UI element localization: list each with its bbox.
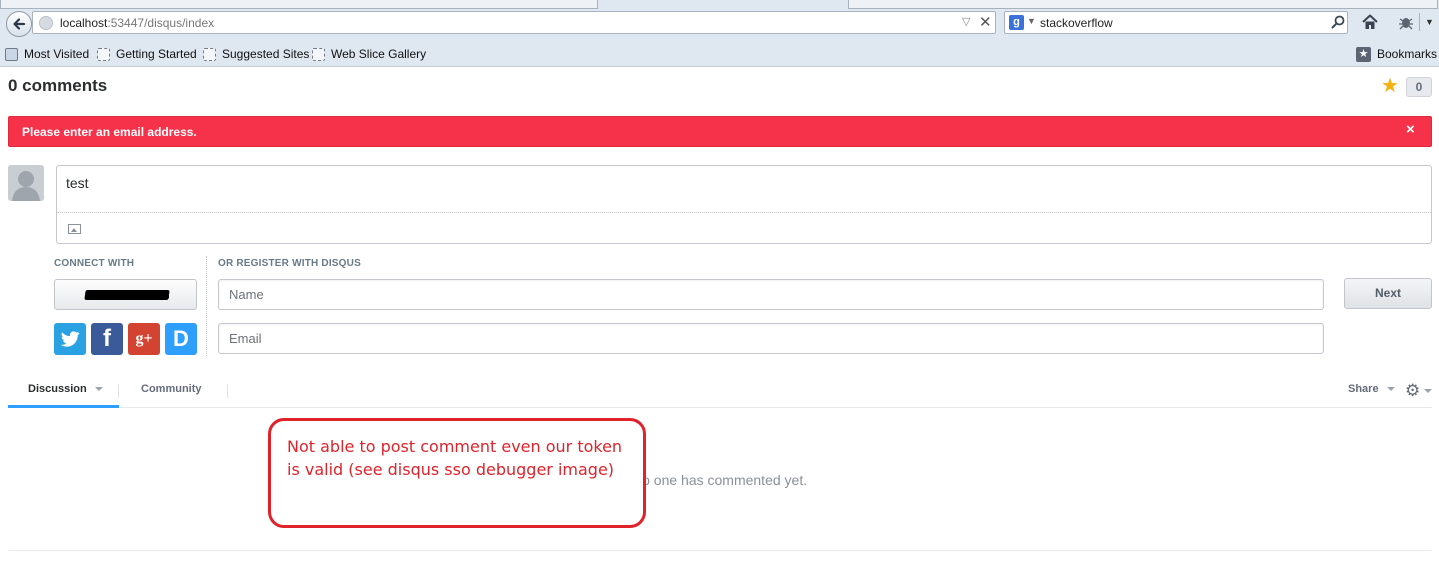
site-identity-icon[interactable] <box>39 16 53 30</box>
register-with-disqus-label: OR REGISTER WITH DISQUS <box>218 258 361 269</box>
disqus-login-button[interactable]: D <box>165 323 197 355</box>
back-arrow-icon <box>13 18 26 30</box>
next-button[interactable]: Next <box>1344 278 1432 309</box>
chevron-down-icon[interactable] <box>1424 389 1432 393</box>
redacted-sso-label <box>109 295 169 299</box>
discussion-nav: Discussion Community Share ⚙ <box>8 372 1432 408</box>
browser-tab[interactable] <box>0 0 598 9</box>
comment-editor[interactable]: test <box>56 165 1432 244</box>
bottom-divider <box>8 550 1432 551</box>
tab-separator <box>227 384 228 398</box>
bookmark-getting-started[interactable]: Getting Started <box>97 46 197 62</box>
editor-toolbar <box>57 212 1431 243</box>
email-input[interactable] <box>219 324 1323 353</box>
recommend-star-icon[interactable]: ★ <box>1381 76 1399 96</box>
addon-bug-icon[interactable] <box>1397 13 1415 31</box>
search-input[interactable]: stackoverflow <box>1040 16 1113 30</box>
browser-toolbar: localhost:53447/disqus/index ▽ ✕ g ▼ sta… <box>0 0 1439 67</box>
email-field[interactable] <box>218 323 1324 354</box>
bookmarks-toolbar: Most Visited Getting Started Suggested S… <box>0 43 1439 64</box>
annotation-text: Not able to post comment even our token … <box>287 437 623 479</box>
toolbar-divider <box>1419 13 1420 31</box>
comment-textarea[interactable]: test <box>66 175 89 191</box>
default-avatar-icon <box>8 165 44 201</box>
twitter-icon <box>60 331 80 347</box>
error-alert: Please enter an email address. × <box>8 116 1432 147</box>
name-input[interactable] <box>219 280 1323 309</box>
stop-reload-icon[interactable]: ✕ <box>979 13 992 31</box>
address-bar[interactable]: localhost:53447/disqus/index ▽ ✕ <box>32 11 996 34</box>
annotation-callout: Not able to post comment even our token … <box>268 418 646 528</box>
page-icon <box>203 47 216 61</box>
googleplus-login-button[interactable]: g+ <box>128 323 160 355</box>
close-icon[interactable]: × <box>1406 121 1415 138</box>
image-upload-icon[interactable] <box>68 224 81 234</box>
tab-separator <box>118 384 119 398</box>
recommend-count-badge[interactable]: 0 <box>1406 77 1432 97</box>
tab-strip <box>0 0 1439 9</box>
gear-icon[interactable]: ⚙ <box>1405 381 1420 401</box>
facebook-login-button[interactable]: f <box>91 323 123 355</box>
url-history-dropdown-icon[interactable]: ▽ <box>962 15 970 28</box>
sso-login-button[interactable] <box>54 279 197 310</box>
google-icon[interactable]: g <box>1009 15 1024 30</box>
home-icon[interactable] <box>1361 13 1379 31</box>
bookmark-most-visited[interactable]: Most Visited <box>5 46 89 62</box>
page-icon <box>312 47 325 61</box>
chevron-down-icon <box>94 387 103 392</box>
section-divider <box>206 256 207 356</box>
search-engine-dropdown-icon[interactable]: ▼ <box>1027 16 1036 26</box>
search-icon[interactable] <box>1330 14 1346 30</box>
bookmarks-menu-button[interactable]: ★ Bookmarks <box>1356 46 1437 62</box>
empty-comments-message: No one has commented yet. <box>632 472 808 488</box>
page-icon <box>97 47 110 61</box>
bookmark-star-icon: ★ <box>1356 46 1371 62</box>
avatar <box>8 165 44 201</box>
chevron-down-icon[interactable]: ▼ <box>1425 17 1434 27</box>
tab-community[interactable]: Community <box>141 383 202 395</box>
connect-with-label: CONNECT WITH <box>54 258 135 269</box>
browser-tab[interactable] <box>848 0 1438 9</box>
bookmark-suggested-sites[interactable]: Suggested Sites <box>203 46 309 62</box>
folder-icon <box>5 47 18 61</box>
url-text[interactable]: localhost:53447/disqus/index <box>60 16 214 30</box>
active-tab-indicator <box>8 405 119 408</box>
back-button[interactable] <box>6 11 32 37</box>
bookmark-web-slice-gallery[interactable]: Web Slice Gallery <box>312 46 426 62</box>
tab-discussion[interactable]: Discussion <box>28 383 103 395</box>
search-bar[interactable]: g ▼ stackoverflow <box>1004 11 1348 34</box>
share-button[interactable]: Share <box>1348 383 1395 395</box>
name-field[interactable] <box>218 279 1324 310</box>
comment-count-title: 0 comments <box>8 76 108 95</box>
twitter-login-button[interactable] <box>54 323 86 355</box>
alert-message: Please enter an email address. <box>22 125 197 139</box>
chevron-down-icon <box>1386 387 1395 392</box>
